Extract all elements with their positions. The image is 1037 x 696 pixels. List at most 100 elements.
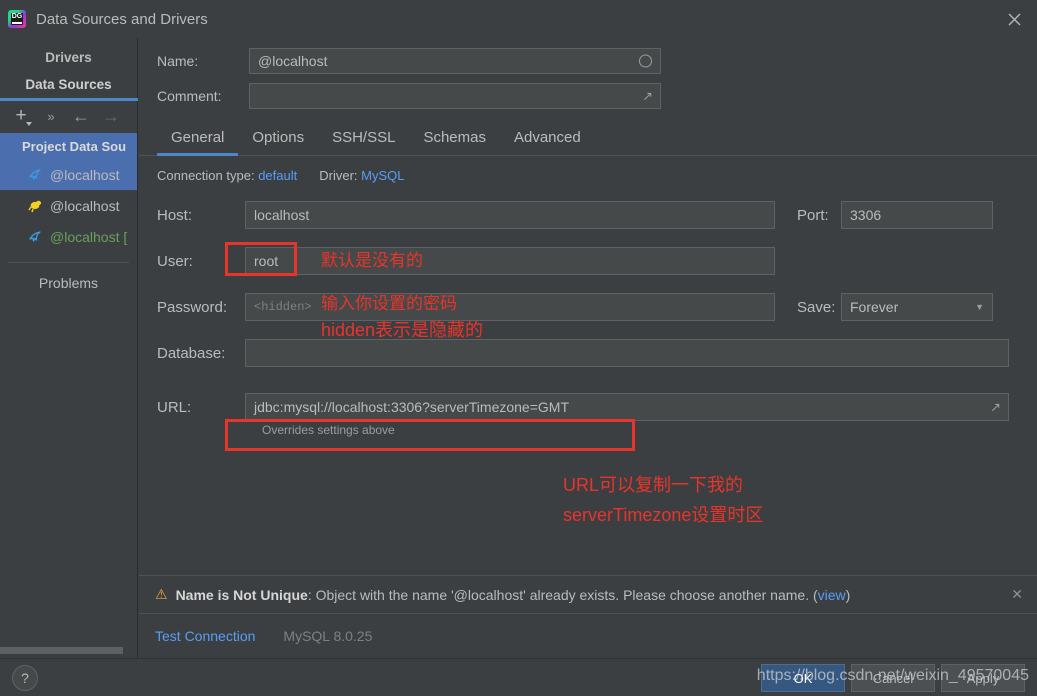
sidebar-item-problems[interactable]: Problems [0,263,137,303]
driver-value-link[interactable]: MySQL [361,168,404,183]
user-input-value: root [254,253,279,269]
password-placeholder: <hidden> [254,300,312,314]
tree-group-project-data-sources[interactable]: Project Data Sou [0,133,137,159]
host-port-row: Host: localhost Port: 3306 [157,201,1037,229]
save-label: Save: [797,298,836,316]
sidebar-tab-data-sources[interactable]: Data Sources [0,71,137,98]
host-label: Host: [157,206,193,224]
warning-bar: ⚠ Name is Not Unique: Object with the na… [139,575,1037,614]
sidebar-toolbar: + » ← → [0,101,137,131]
url-input[interactable]: jdbc:mysql://localhost:3306?serverTimezo… [245,393,1009,421]
connection-form: Host: localhost Port: 3306 User: root Pa… [139,183,1037,525]
cancel-button[interactable]: Cancel [851,664,935,692]
mysql-dolphin-icon [28,167,50,183]
close-icon [1008,13,1020,25]
comment-input[interactable]: ↗ [249,83,661,109]
double-chevron-right-icon: » [47,108,55,124]
help-button[interactable]: ? [12,665,38,691]
url-hint: Overrides settings above [262,423,395,437]
connection-type-group: Connection type: default [157,168,297,183]
status-circle-icon [639,54,652,68]
tab-ssh-ssl[interactable]: SSH/SSL [318,119,409,155]
sqlite-icon [28,198,50,214]
comment-label: Comment: [157,88,222,104]
data-source-tree: Project Data Sou @localhost @localhost @… [0,131,137,303]
dialog-actions: OK Cancel Apply [761,664,1025,692]
save-dropdown[interactable]: Forever ▼ [841,293,993,321]
sidebar: Drivers Data Sources + » ← → Project Dat… [0,38,138,658]
user-input[interactable]: root [245,247,775,275]
port-input-value: 3306 [850,207,882,223]
tab-advanced[interactable]: Advanced [500,119,595,155]
save-dropdown-value: Forever [850,299,899,315]
dismiss-warning-button[interactable]: ✕ [1011,586,1023,603]
content-panel: Name: @localhost Comment: ↗ General Opti… [139,38,1037,658]
user-row: User: root [157,247,1037,275]
url-label: URL: [157,398,192,416]
test-connection-link[interactable]: Test Connection [155,628,255,644]
connection-type-label: Connection type: [157,168,255,183]
warning-view-link[interactable]: view [818,587,846,603]
sidebar-horizontal-scrollbar[interactable] [0,647,123,654]
add-data-source-button[interactable]: + [8,104,34,128]
navigate-back-button[interactable]: ← [68,104,94,128]
ok-button[interactable]: OK [761,664,845,692]
url-annotation-2: serverTimezone设置时区 [563,505,764,525]
datagrip-logo-icon: DG [8,10,26,28]
sidebar-tab-drivers[interactable]: Drivers [0,44,137,71]
tree-item-localhost-1[interactable]: @localhost [0,159,137,190]
tree-item-label: @localhost [ [50,228,128,245]
tab-schemas[interactable]: Schemas [409,119,500,155]
name-row: Name: @localhost [157,48,1037,74]
user-label: User: [157,252,193,270]
port-input[interactable]: 3306 [841,201,993,229]
window-title: Data Sources and Drivers [36,10,208,28]
name-input-value: @localhost [258,53,328,69]
warning-title: Name is Not Unique [175,586,308,603]
apply-button[interactable]: Apply [941,664,1025,692]
port-label: Port: [797,206,829,224]
warning-triangle-icon: ⚠ [155,586,168,602]
plus-icon: + [15,105,27,126]
test-connection-row: Test Connection MySQL 8.0.25 [139,614,1037,658]
comment-row: Comment: ↗ [157,83,1037,109]
data-sources-and-drivers-dialog: DG Data Sources and Drivers Drivers Data… [0,0,1037,696]
host-input-value: localhost [254,207,310,223]
navigate-forward-button[interactable]: → [98,104,124,128]
password-input[interactable]: <hidden> [245,293,775,321]
expand-editor-icon[interactable]: ↗ [990,401,1001,414]
expand-all-button[interactable]: » [38,104,64,128]
driver-group: Driver: MySQL [319,168,404,183]
expand-editor-icon[interactable]: ↗ [642,90,653,103]
settings-tab-bar: General Options SSH/SSL Schemas Advanced [139,118,1037,156]
title-bar: DG Data Sources and Drivers [0,0,1037,38]
driver-label: Driver: [319,168,358,183]
database-label: Database: [157,344,226,362]
url-input-value: jdbc:mysql://localhost:3306?serverTimezo… [254,399,569,415]
warning-body: : Object with the name '@localhost' alre… [307,586,818,603]
driver-version-label: MySQL 8.0.25 [283,628,373,644]
close-window-button[interactable] [991,0,1037,38]
connection-type-value-link[interactable]: default [258,168,297,183]
database-input[interactable] [245,339,1009,367]
arrow-left-icon: ← [72,105,90,126]
chevron-down-icon [26,122,32,126]
datagrip-logo-bar [12,22,22,24]
connection-summary-row: Connection type: default Driver: MySQL [139,156,1037,183]
tree-item-localhost-2[interactable]: @localhost [0,190,137,221]
tree-item-label: @localhost [50,166,120,183]
password-label: Password: [157,298,228,316]
sidebar-tab-list: Drivers Data Sources [0,38,137,98]
arrow-right-icon: → [102,105,120,126]
name-input[interactable]: @localhost [249,48,661,74]
dialog-button-bar: ? OK Cancel Apply https://blog.csdn.net/… [0,658,1037,696]
tab-general[interactable]: General [157,119,239,156]
tree-item-label: @localhost [50,197,120,214]
identity-fields: Name: @localhost Comment: ↗ [139,38,1037,109]
password-row: Password: <hidden> Save: Forever ▼ [157,293,1037,321]
tree-item-localhost-3[interactable]: @localhost [ [0,221,137,252]
tab-options[interactable]: Options [238,119,318,155]
url-row: URL: jdbc:mysql://localhost:3306?serverT… [157,393,1037,421]
host-input[interactable]: localhost [245,201,775,229]
warning-message: Name is Not Unique: Object with the name… [176,587,851,603]
